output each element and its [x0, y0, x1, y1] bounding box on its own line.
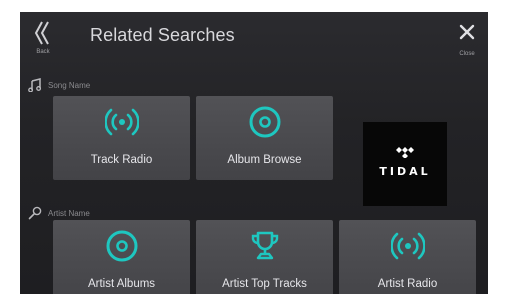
back-button[interactable]: Back — [28, 18, 58, 58]
album-browse-button[interactable]: Album Browse — [196, 96, 333, 180]
tidal-button[interactable]: TIDAL — [363, 122, 447, 206]
artist-radio-label: Artist Radio — [377, 278, 438, 290]
track-radio-button[interactable]: Track Radio — [53, 96, 190, 180]
back-label: Back — [36, 49, 50, 55]
trophy-icon — [251, 231, 278, 260]
page-title: Related Searches — [90, 25, 235, 45]
section-label-song: Song Name — [48, 80, 91, 90]
close-button[interactable]: Close — [452, 20, 482, 60]
related-searches-screen: Back Related Searches Close Song Name Tr… — [20, 12, 488, 294]
tidal-brand-text: TIDAL — [379, 165, 431, 178]
album-browse-label: Album Browse — [227, 154, 302, 166]
artist-top-tracks-label: Artist Top Tracks — [222, 278, 307, 290]
double-chevron-left-icon — [34, 21, 49, 45]
radio-waves-icon — [104, 108, 139, 136]
radio-waves-icon — [390, 232, 425, 260]
artist-albums-label: Artist Albums — [87, 278, 156, 290]
header-bar: Back Related Searches Close — [20, 12, 488, 64]
disc-icon — [249, 106, 280, 138]
music-note-icon — [28, 78, 42, 92]
section-header-song: Song Name — [28, 77, 90, 93]
artist-albums-button[interactable]: Artist Albums — [53, 220, 190, 294]
artist-top-tracks-button[interactable]: Artist Top Tracks — [196, 220, 333, 294]
track-radio-label: Track Radio — [90, 154, 153, 166]
disc-icon — [106, 230, 137, 262]
close-label: Close — [459, 51, 475, 57]
close-icon — [459, 24, 475, 40]
section-header-artist: Artist Name — [28, 205, 90, 221]
section-label-artist: Artist Name — [48, 208, 90, 218]
microphone-icon — [28, 206, 42, 220]
artist-radio-button[interactable]: Artist Radio — [339, 220, 476, 294]
tidal-logo-icon — [396, 147, 414, 158]
